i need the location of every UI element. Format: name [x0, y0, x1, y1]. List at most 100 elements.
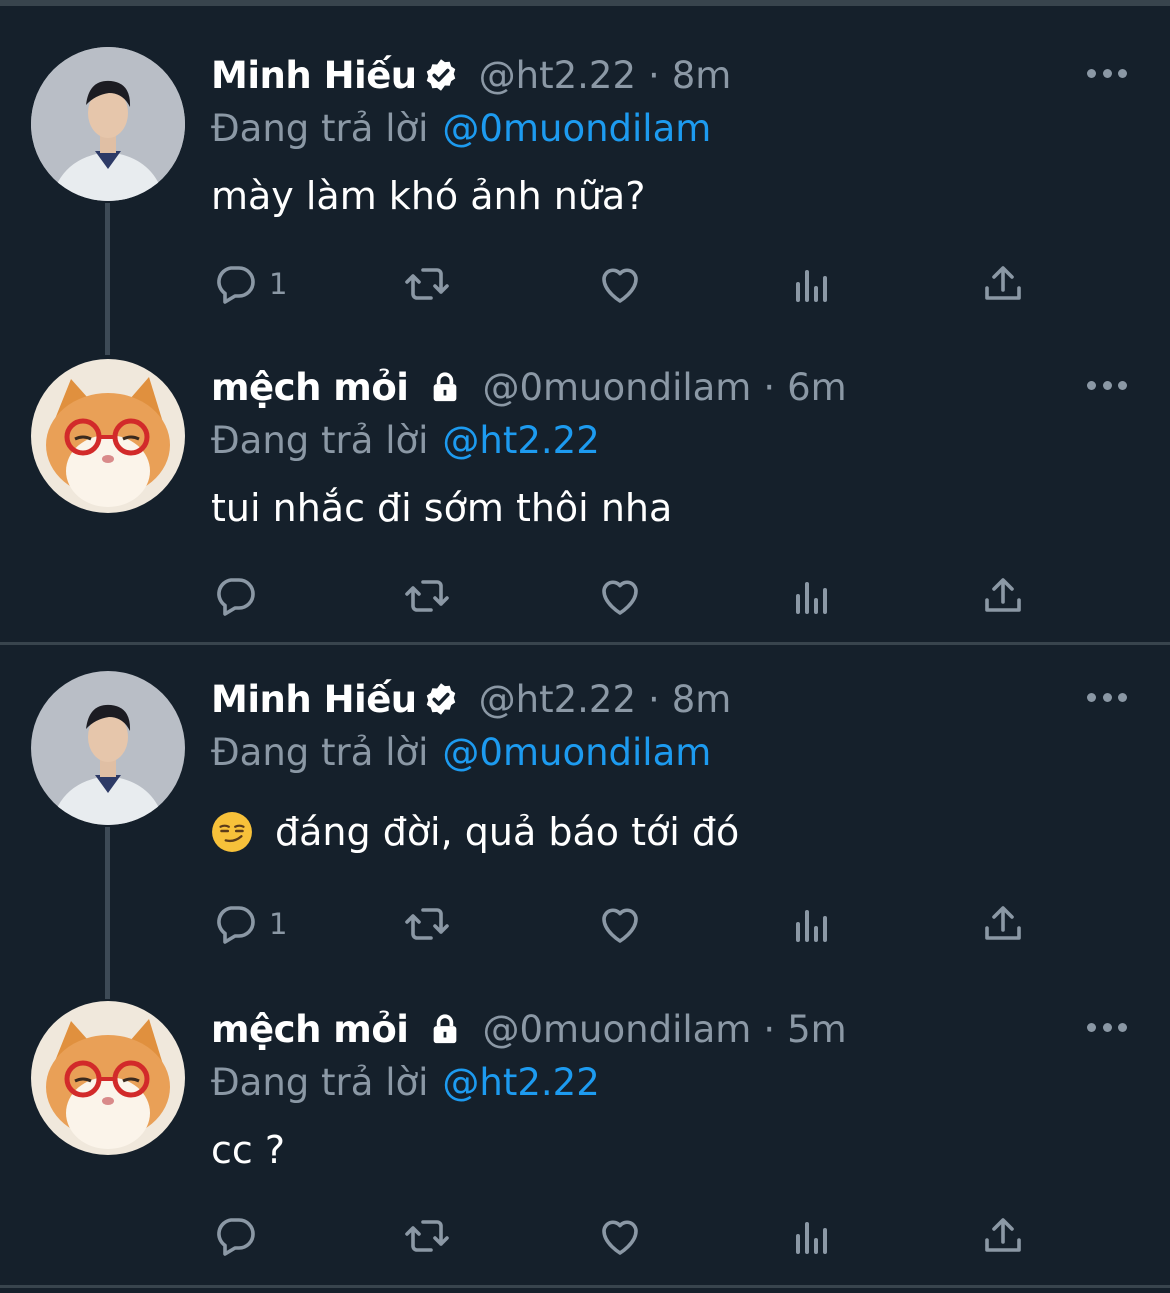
- lock-icon: [428, 1012, 462, 1046]
- like-icon: [602, 268, 638, 303]
- avatar-mech-moi[interactable]: [31, 1001, 185, 1155]
- tweet-header: Minh Hiếu @ht2.22 · 8m: [211, 50, 731, 100]
- avatar-minh-hieu[interactable]: [31, 671, 185, 825]
- like-button[interactable]: [596, 259, 644, 309]
- author-name[interactable]: mệch mỏi: [211, 366, 409, 409]
- analytics-button[interactable]: [788, 571, 836, 621]
- like-icon: [602, 1220, 638, 1255]
- thread-line: [105, 827, 110, 999]
- author-handle[interactable]: @ht2.22: [479, 678, 636, 721]
- author-name[interactable]: Minh Hiếu: [211, 678, 417, 721]
- replying-label: Đang trả lời: [211, 106, 429, 150]
- top-divider: [0, 0, 1170, 6]
- more-options-icon[interactable]: [1087, 379, 1127, 391]
- like-icon: [602, 580, 638, 615]
- author-handle[interactable]: @0muondilam: [482, 1008, 751, 1051]
- reply-button[interactable]: [211, 571, 269, 621]
- replying-label: Đang trả lời: [211, 418, 429, 462]
- replying-to: Đang trả lời @0muondilam: [211, 727, 711, 777]
- smirking-face-emoji-icon: [211, 811, 253, 853]
- author-name[interactable]: Minh Hiếu: [211, 54, 417, 97]
- separator-dot: ·: [648, 677, 660, 721]
- tweet-text: cc ?: [211, 1128, 286, 1172]
- verified-badge-icon: [423, 681, 459, 717]
- verified-badge-icon: [423, 57, 459, 93]
- more-options-icon[interactable]: [1087, 67, 1127, 79]
- share-button[interactable]: [979, 259, 1027, 309]
- tweet-header: Minh Hiếu @ht2.22 · 8m: [211, 674, 731, 724]
- cat-with-glasses-image: [31, 1001, 185, 1155]
- replying-to: Đang trả lời @ht2.22: [211, 415, 600, 465]
- analytics-button[interactable]: [788, 1211, 836, 1261]
- author-handle[interactable]: @0muondilam: [482, 366, 751, 409]
- author-name[interactable]: mệch mỏi: [211, 1008, 409, 1051]
- like-button[interactable]: [596, 571, 644, 621]
- tweet-text: mày làm khó ảnh nữa?: [211, 174, 646, 218]
- mention-link[interactable]: @ht2.22: [442, 1061, 599, 1104]
- mention-link[interactable]: @0muondilam: [442, 731, 711, 774]
- avatar-minh-hieu[interactable]: [31, 47, 185, 201]
- share-button[interactable]: [979, 899, 1027, 949]
- retweet-button[interactable]: [403, 259, 451, 309]
- retweet-button[interactable]: [403, 899, 451, 949]
- tweet-actions: [211, 1211, 1061, 1261]
- reply-icon: [217, 906, 255, 944]
- share-icon: [985, 906, 1021, 940]
- cat-with-glasses-image: [31, 359, 185, 513]
- reply-count: 1: [269, 267, 288, 301]
- reply-button[interactable]: 1: [211, 259, 287, 309]
- like-button[interactable]: [596, 899, 644, 949]
- more-options-icon[interactable]: [1087, 691, 1127, 703]
- retweet-button[interactable]: [403, 1211, 451, 1261]
- analytics-button[interactable]: [788, 899, 836, 949]
- avatar-mech-moi[interactable]: [31, 359, 185, 513]
- tweet-body: đáng đời, quả báo tới đó: [211, 807, 739, 857]
- replying-to: Đang trả lời @ht2.22: [211, 1057, 600, 1107]
- like-icon: [602, 908, 638, 943]
- more-options-icon[interactable]: [1087, 1021, 1127, 1033]
- tweet-header: mệch mỏi @0muondilam · 5m: [211, 1004, 847, 1054]
- reply-button[interactable]: [211, 1211, 269, 1261]
- replying-label: Đang trả lời: [211, 1060, 429, 1104]
- man-portrait-image: [31, 47, 185, 201]
- share-icon: [985, 1218, 1021, 1252]
- analytics-icon: [796, 582, 827, 614]
- tweet-time[interactable]: 8m: [672, 54, 732, 97]
- mention-link[interactable]: @0muondilam: [442, 107, 711, 150]
- tweet-header: mệch mỏi @0muondilam · 6m: [211, 362, 847, 412]
- analytics-icon: [796, 910, 827, 942]
- share-button[interactable]: [979, 1211, 1027, 1261]
- bottom-divider: [0, 1285, 1170, 1288]
- lock-icon: [428, 370, 462, 404]
- tweet-text: tui nhắc đi sớm thôi nha: [211, 486, 673, 530]
- like-button[interactable]: [596, 1211, 644, 1261]
- tweet-actions: [211, 571, 1061, 621]
- retweet-icon: [405, 580, 449, 612]
- separator-dot: ·: [648, 53, 660, 97]
- analytics-icon: [796, 270, 827, 302]
- share-icon: [985, 266, 1021, 300]
- reply-icon: [217, 578, 255, 616]
- author-handle[interactable]: @ht2.22: [479, 54, 636, 97]
- retweet-button[interactable]: [403, 571, 451, 621]
- analytics-icon: [796, 1222, 827, 1254]
- share-button[interactable]: [979, 571, 1027, 621]
- tweet-time[interactable]: 8m: [672, 678, 732, 721]
- replying-label: Đang trả lời: [211, 730, 429, 774]
- tweet-time[interactable]: 6m: [787, 366, 847, 409]
- share-icon: [985, 578, 1021, 612]
- separator-dot: ·: [763, 1007, 776, 1051]
- retweet-icon: [405, 268, 449, 300]
- retweet-icon: [405, 908, 449, 940]
- reply-button[interactable]: 1: [211, 899, 287, 949]
- mention-link[interactable]: @ht2.22: [442, 419, 599, 462]
- tweet-text: đáng đời, quả báo tới đó: [275, 810, 740, 854]
- analytics-button[interactable]: [788, 259, 836, 309]
- tweet-actions: 1: [211, 899, 1061, 949]
- reply-count: 1: [269, 907, 288, 941]
- tweet-time[interactable]: 5m: [787, 1008, 847, 1051]
- separator-dot: ·: [763, 365, 776, 409]
- thread-line: [105, 203, 110, 355]
- replying-to: Đang trả lời @0muondilam: [211, 103, 711, 153]
- tweet-thread-page: Minh Hiếu @ht2.22 · 8m Đang trả lời @0mu…: [0, 0, 1170, 1293]
